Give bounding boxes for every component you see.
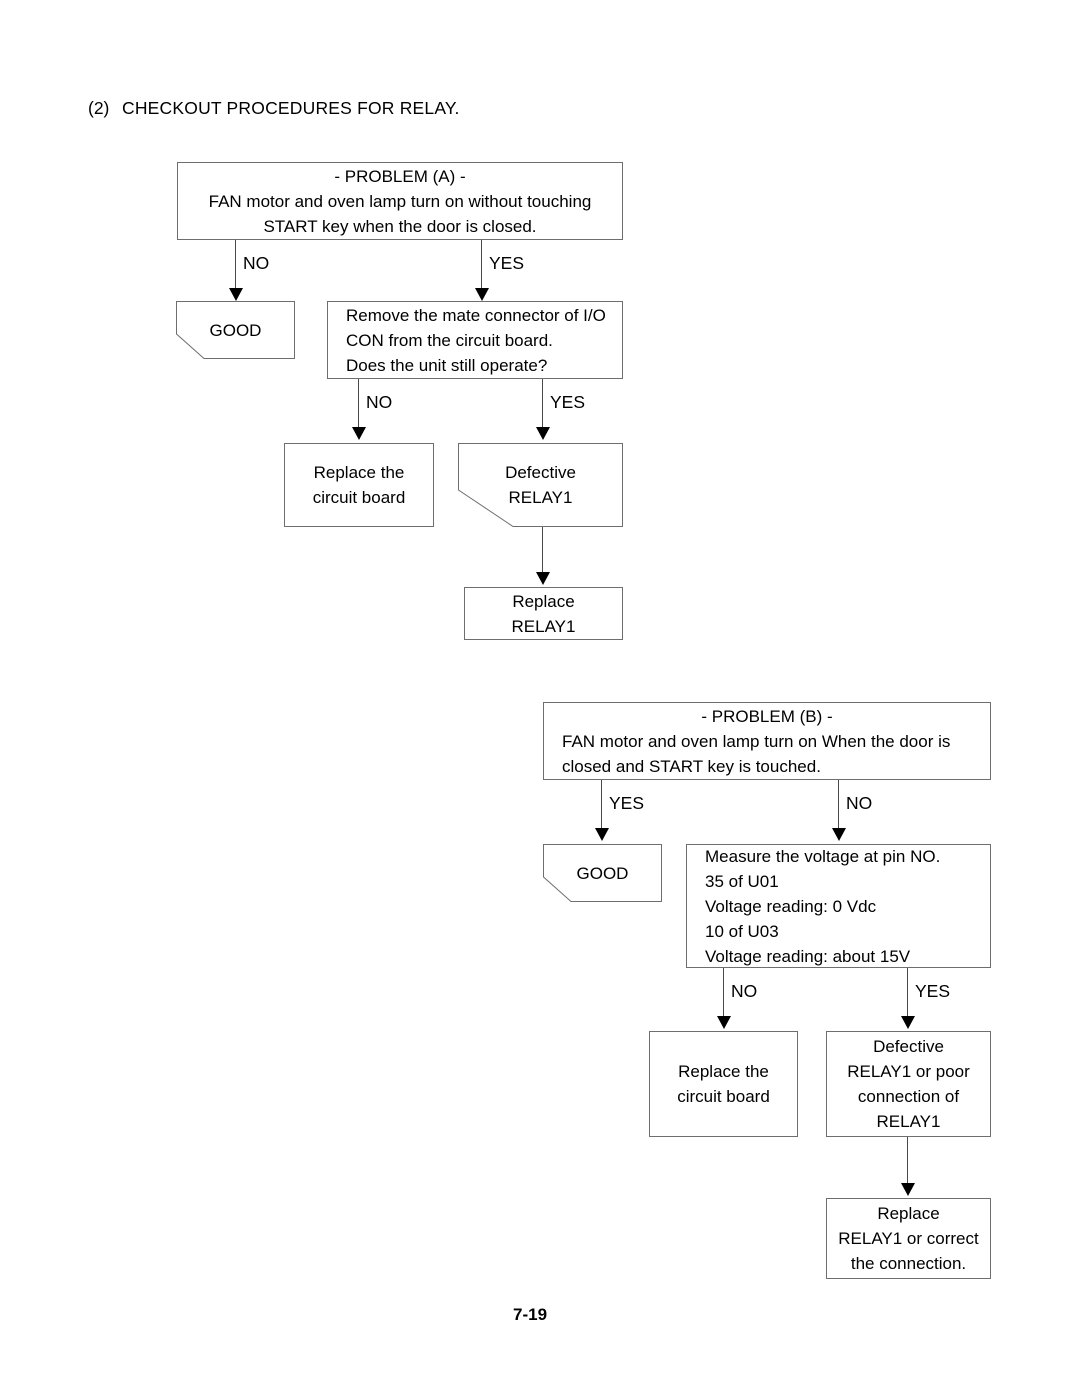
problem-b-line2: closed and START key is touched. [562, 756, 821, 776]
replace-board-box-a: Replace the circuit board [284, 443, 434, 527]
defective-relay-b-line3: connection of [857, 1087, 960, 1106]
arrowhead-a-yes [475, 288, 489, 301]
page-number: 7-19 [513, 1305, 548, 1324]
measure-voltage-line1: Measure the voltage at pin NO. [705, 846, 941, 866]
connector-b-no [838, 780, 839, 828]
measure-voltage-line5: Voltage reading: about 15V [705, 946, 911, 966]
replace-relay-box-a: Replace RELAY1 [464, 587, 623, 640]
remove-connector-box: Remove the mate connector of I/O CON fro… [327, 301, 623, 379]
defective-relay-b-line4: RELAY1 [876, 1112, 941, 1131]
defective-relay-b-line1: Defective [873, 1037, 944, 1056]
replace-board-a-line2: circuit board [312, 488, 406, 507]
document-page: (2) CHECKOUT PROCEDURES FOR RELAY. - PRO… [0, 0, 1080, 1399]
section-title: CHECKOUT PROCEDURES FOR RELAY. [122, 98, 460, 118]
defective-relay-b-line2: RELAY1 or poor [847, 1062, 970, 1081]
replace-relay-a-line1: Replace [512, 591, 575, 611]
remove-connector-line3: Does the unit still operate? [346, 355, 548, 375]
problem-a-title: - PROBLEM (A) - [334, 166, 466, 186]
replace-relay-b-line1: Replace [877, 1204, 940, 1223]
connector-b2-no [723, 968, 724, 1016]
arrowhead-b2-no [717, 1016, 731, 1029]
arrowhead-a-replace-relay [536, 572, 550, 585]
good-box-b-label: GOOD [576, 863, 629, 883]
branch-label-b2-no: NO [731, 981, 758, 1001]
problem-a-line2: START key when the door is closed. [263, 216, 537, 236]
defective-relay-a-line1: Defective [505, 463, 576, 482]
good-box-a-label: GOOD [209, 320, 262, 340]
connector-a2-no [358, 379, 359, 427]
replace-relay-b-line3: the connection. [850, 1254, 967, 1273]
connector-b-yes [601, 780, 602, 828]
problem-b-title: - PROBLEM (B) - [701, 706, 833, 726]
replace-relay-b-line2: RELAY1 or correct [838, 1229, 979, 1248]
problem-b-statement-box: - PROBLEM (B) - FAN motor and oven lamp … [543, 702, 991, 780]
branch-label-a-yes: YES [489, 253, 525, 273]
replace-relay-a-line2: RELAY1 [511, 616, 576, 636]
replace-board-box-b: Replace the circuit board [649, 1031, 798, 1137]
replace-relay-box-b: Replace RELAY1 or correct the connection… [826, 1198, 991, 1279]
arrowhead-a-no [229, 288, 243, 301]
replace-board-b-line1: Replace the [678, 1062, 769, 1081]
replace-board-b-line2: circuit board [677, 1087, 770, 1106]
defective-relay-box-b: Defective RELAY1 or poor connection of R… [826, 1031, 991, 1137]
branch-label-b-yes: YES [609, 793, 645, 813]
remove-connector-line1: Remove the mate connector of I/O [346, 305, 606, 325]
problem-a-line1: FAN motor and oven lamp turn on without … [208, 191, 592, 211]
measure-voltage-line2: 35 of U01 [705, 871, 779, 891]
arrowhead-b-yes [595, 828, 609, 841]
branch-label-b-no: NO [846, 793, 873, 813]
replace-board-a-line1: Replace the [313, 463, 405, 482]
good-box-b: GOOD [543, 844, 662, 902]
arrowhead-a2-yes [536, 427, 550, 440]
connector-a-no [235, 240, 236, 288]
remove-connector-line2: CON from the circuit board. [346, 330, 553, 350]
arrowhead-b-no [832, 828, 846, 841]
connector-b-defective-to-replace [907, 1137, 908, 1183]
defective-relay-a-line2: RELAY1 [508, 488, 573, 507]
connector-a2-yes [542, 379, 543, 427]
problem-a-statement-box: - PROBLEM (A) - FAN motor and oven lamp … [177, 162, 623, 240]
connector-a-yes [481, 240, 482, 288]
branch-label-a2-yes: YES [550, 392, 586, 412]
problem-b-line1: FAN motor and oven lamp turn on When the… [562, 731, 951, 751]
arrowhead-b-replace-relay [901, 1183, 915, 1196]
arrowhead-b2-yes [901, 1016, 915, 1029]
branch-label-a2-no: NO [366, 392, 393, 412]
arrowhead-a2-no [352, 427, 366, 440]
measure-voltage-line4: 10 of U03 [705, 921, 779, 941]
branch-label-b2-yes: YES [915, 981, 951, 1001]
defective-relay-box-a: Defective RELAY1 [458, 443, 623, 527]
branch-label-a-no: NO [243, 253, 270, 273]
section-number: (2) [88, 98, 110, 118]
measure-voltage-box: Measure the voltage at pin NO. 35 of U01… [686, 844, 991, 968]
connector-b2-yes [907, 968, 908, 1016]
measure-voltage-line3: Voltage reading: 0 Vdc [705, 896, 877, 916]
connector-a-defective-to-replace [542, 527, 543, 572]
good-box-a: GOOD [176, 301, 295, 359]
